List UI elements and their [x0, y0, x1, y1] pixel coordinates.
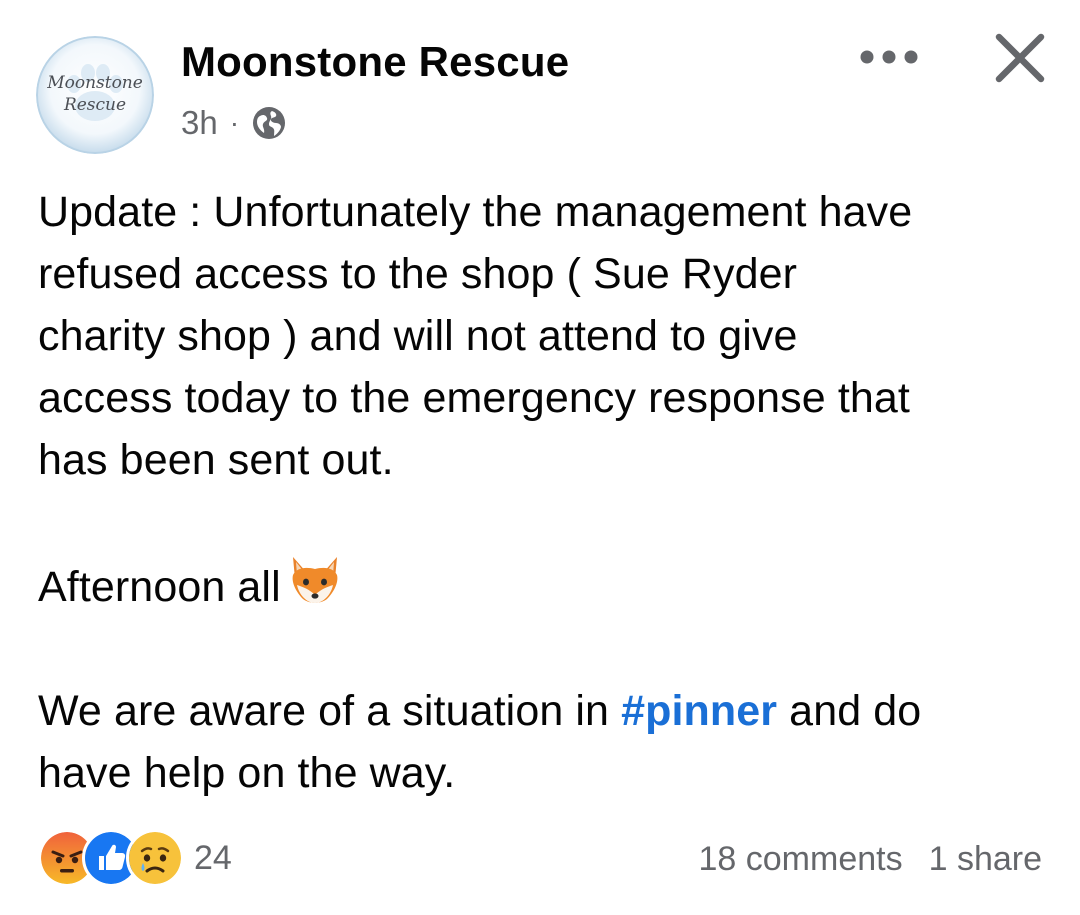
avatar-text-line2: Rescue: [63, 95, 126, 115]
text-line: access today to the emergency response t…: [38, 374, 910, 422]
close-button[interactable]: [984, 26, 1056, 90]
post-text: Update : Unfortunately the management ha…: [38, 181, 1063, 804]
shares-count-link[interactable]: 1 share: [929, 840, 1042, 879]
globe-icon: [253, 107, 286, 139]
text-segment: We are aware of a situation in: [38, 687, 622, 735]
fox-face-emoji: [287, 553, 343, 609]
text-line: refused access to the shop ( Sue Ryder: [38, 250, 798, 298]
more-dots-icon: [860, 50, 918, 64]
sad-reaction-icon: [126, 829, 184, 887]
greeting-text: Afternoon all: [38, 563, 281, 611]
text-segment: and do: [777, 687, 922, 735]
paragraph-greeting: Afternoon all: [38, 553, 1063, 618]
more-options-button[interactable]: [852, 34, 926, 80]
post-timestamp[interactable]: 3h: [181, 104, 218, 142]
avatar-logo: Moonstone Rescue: [36, 36, 154, 154]
post-meta: 3h ·: [181, 100, 287, 146]
page-avatar[interactable]: Moonstone Rescue: [36, 36, 154, 154]
reaction-count: 24: [194, 838, 232, 877]
reactions-summary[interactable]: 24: [38, 829, 232, 887]
paragraph-update: Update : Unfortunately the management ha…: [38, 181, 1063, 491]
paragraph-situation: We are aware of a situation in #pinner a…: [38, 680, 1063, 804]
text-line: has been sent out.: [38, 436, 394, 484]
hashtag-link[interactable]: #pinner: [621, 687, 777, 735]
text-line: charity shop ) and will not attend to gi…: [38, 312, 798, 360]
text-line: have help on the way.: [38, 749, 456, 797]
avatar-text-line1: Moonstone: [46, 73, 143, 93]
engagement-stats: 18 comments 1 share: [699, 836, 1043, 882]
close-icon: [995, 33, 1045, 83]
meta-separator: ·: [229, 107, 240, 138]
page-name[interactable]: Moonstone Rescue: [181, 38, 569, 86]
comments-count-link[interactable]: 18 comments: [699, 840, 903, 879]
text-line: Update : Unfortunately the management ha…: [38, 188, 913, 236]
